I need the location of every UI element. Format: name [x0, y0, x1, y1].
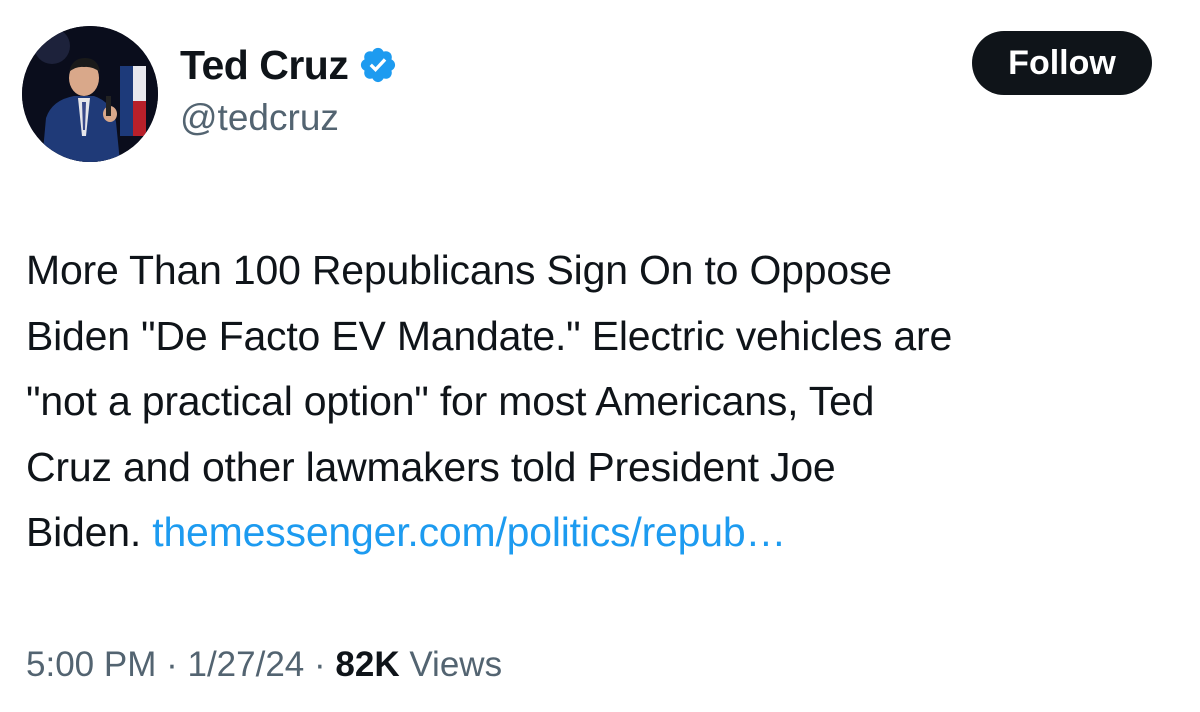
views-label: Views [409, 645, 503, 684]
tweet-text-line: Biden. [26, 509, 142, 555]
tweet-text-line: More Than 100 Republicans Sign On to Opp… [26, 247, 892, 293]
meta-separator: · [166, 645, 178, 684]
meta-separator: · [314, 645, 326, 684]
tweet-time[interactable]: 5:00 PM [26, 645, 156, 684]
tweet-card: Ted Cruz @tedcruz Follow More Than 100 R… [0, 0, 1200, 712]
tweet-meta: 5:00 PM · 1/27/24 · 82K Views [26, 640, 502, 690]
handle[interactable]: @tedcruz [180, 96, 398, 140]
tweet-text-line: "not a practical option" for most Americ… [26, 378, 875, 424]
tweet-text: More Than 100 Republicans Sign On to Opp… [26, 238, 1176, 566]
views-count: 82K [335, 645, 400, 684]
verified-badge-icon [358, 45, 398, 85]
display-name[interactable]: Ted Cruz [180, 40, 349, 90]
author-info: Ted Cruz @tedcruz [180, 40, 398, 140]
follow-button[interactable]: Follow [972, 31, 1152, 95]
avatar[interactable] [22, 26, 158, 162]
tweet-link[interactable]: themessenger.com/politics/repub… [152, 509, 786, 555]
avatar-image [22, 26, 158, 162]
tweet-text-line: Biden "De Facto EV Mandate." Electric ve… [26, 312, 953, 359]
tweet-text-line: Cruz and other lawmakers told President … [26, 443, 836, 490]
tweet-date[interactable]: 1/27/24 [187, 645, 304, 684]
